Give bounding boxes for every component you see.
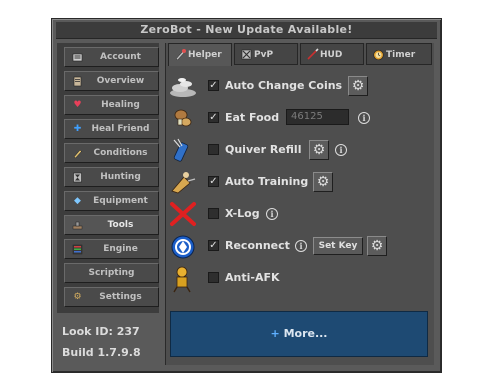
set-key-button[interactable]: Set Key <box>313 237 363 255</box>
sidebar-item-heal-friend[interactable]: ✚ Heal Friend <box>64 119 159 139</box>
sidebar-item-label: Hunting <box>100 172 141 182</box>
main-panel: Helper PvP HUD Timer ✓ Auto Change Coins… <box>165 43 434 365</box>
sidebar-item-label: Healing <box>101 100 140 110</box>
eat-food-checkbox[interactable]: ✓ <box>208 112 219 123</box>
heart-icon: ♥ <box>73 100 82 110</box>
eat-food-info-icon[interactable]: i <box>358 112 370 124</box>
coins-icon <box>168 73 198 101</box>
reconnect-info-icon[interactable]: i <box>295 240 307 252</box>
auto-training-settings-button[interactable]: ⚙ <box>313 172 333 192</box>
sidebar-footer: Look ID: 237 Build 1.7.9.8 <box>62 321 141 363</box>
option-label: Auto Training <box>225 175 309 188</box>
gear-icon: ⚙ <box>73 292 82 302</box>
quiver-refill-info-icon[interactable]: i <box>335 144 347 156</box>
option-reconnect: ✓ Reconnect i Set Key ⚙ <box>166 233 434 259</box>
option-label: X-Log <box>225 207 260 220</box>
timer-icon <box>372 48 385 61</box>
reconnect-settings-button[interactable]: ⚙ <box>367 236 387 256</box>
option-label: Quiver Refill <box>225 143 302 156</box>
option-label: Eat Food <box>225 111 280 124</box>
sidebar-item-hunting[interactable]: Hunting <box>64 167 159 187</box>
plus-icon: ✚ <box>73 124 82 134</box>
build-label: Build 1.7.9.8 <box>62 346 141 359</box>
sidebar-item-equipment[interactable]: ◆ Equipment <box>64 191 159 211</box>
option-label: Reconnect <box>225 239 290 252</box>
sidebar-item-label: Heal Friend <box>91 124 150 134</box>
option-auto-change-coins: ✓ Auto Change Coins ⚙ <box>166 73 434 99</box>
x-log-icon <box>168 201 198 229</box>
sidebar-item-conditions[interactable]: Conditions <box>64 143 159 163</box>
training-icon <box>168 169 198 197</box>
sidebar-item-overview[interactable]: Overview <box>64 71 159 91</box>
look-id-label: Look ID: 237 <box>62 325 140 338</box>
x-log-info-icon[interactable]: i <box>266 208 278 220</box>
tab-label: PvP <box>254 50 274 60</box>
food-icon <box>168 105 198 133</box>
sidebar-item-tools[interactable]: Tools <box>64 215 159 235</box>
tab-pvp[interactable]: PvP <box>234 43 298 65</box>
sidebar-item-label: Equipment <box>93 196 148 206</box>
quiver-refill-checkbox[interactable] <box>208 144 219 155</box>
quiver-icon <box>168 137 198 165</box>
tab-bar: Helper PvP HUD Timer <box>166 43 434 66</box>
x-log-checkbox[interactable] <box>208 208 219 219</box>
sidebar-item-label: Conditions <box>93 148 148 158</box>
eat-food-value-field[interactable]: 46125 <box>286 109 349 125</box>
tab-timer[interactable]: Timer <box>366 43 432 65</box>
option-x-log: X-Log i <box>166 201 434 227</box>
sidebar-item-label: Account <box>100 52 141 62</box>
sidebar-item-engine[interactable]: Engine <box>64 239 159 259</box>
option-anti-afk: Anti-AFK <box>166 265 434 293</box>
option-eat-food: ✓ Eat Food 46125 i <box>166 105 434 131</box>
reconnect-checkbox[interactable]: ✓ <box>208 240 219 251</box>
anti-afk-checkbox[interactable] <box>208 272 219 283</box>
auto-training-checkbox[interactable]: ✓ <box>208 176 219 187</box>
sidebar-item-label: Overview <box>96 76 145 86</box>
diamond-icon: ◆ <box>74 196 81 206</box>
tab-label: Timer <box>386 50 416 60</box>
sidebar-item-scripting[interactable]: Scripting <box>64 263 159 283</box>
reconnect-icon <box>168 233 198 261</box>
more-label: More... <box>283 327 328 340</box>
tab-hud[interactable]: HUD <box>300 43 364 65</box>
sidebar-item-healing[interactable]: ♥ Healing <box>64 95 159 115</box>
conditions-icon <box>72 148 83 159</box>
sidebar-item-label: Scripting <box>88 268 135 278</box>
sidebar-item-settings[interactable]: ⚙ Settings <box>64 287 159 307</box>
hourglass-icon <box>72 172 83 183</box>
window-title: ZeroBot - New Update Available! <box>56 22 437 39</box>
quiver-refill-settings-button[interactable]: ⚙ <box>309 140 329 160</box>
account-icon <box>72 52 83 63</box>
sidebar-item-label: Settings <box>99 292 142 302</box>
anti-afk-icon <box>168 265 198 293</box>
sword-icon <box>306 48 319 61</box>
option-quiver-refill: Quiver Refill ⚙ i <box>166 137 434 163</box>
tab-label: HUD <box>320 50 343 60</box>
option-label: Anti-AFK <box>225 271 280 284</box>
pvp-icon <box>240 48 253 61</box>
sidebar-item-account[interactable]: Account <box>64 47 159 67</box>
book-icon <box>72 76 83 87</box>
auto-change-coins-checkbox[interactable]: ✓ <box>208 80 219 91</box>
helper-icon <box>174 48 187 61</box>
sidebar-item-label: Tools <box>107 220 134 230</box>
engine-icon <box>72 244 83 255</box>
auto-change-coins-settings-button[interactable]: ⚙ <box>348 76 368 96</box>
tab-label: Helper <box>188 50 222 60</box>
tab-helper[interactable]: Helper <box>168 43 232 66</box>
plus-icon: + <box>270 327 280 340</box>
zerobot-window: ZeroBot - New Update Available! Account … <box>51 18 442 373</box>
sidebar-item-label: Engine <box>103 244 138 254</box>
tools-icon <box>72 220 83 231</box>
option-auto-training: ✓ Auto Training ⚙ <box>166 169 434 195</box>
option-label: Auto Change Coins <box>225 79 343 92</box>
more-button[interactable]: + More... <box>170 311 428 357</box>
